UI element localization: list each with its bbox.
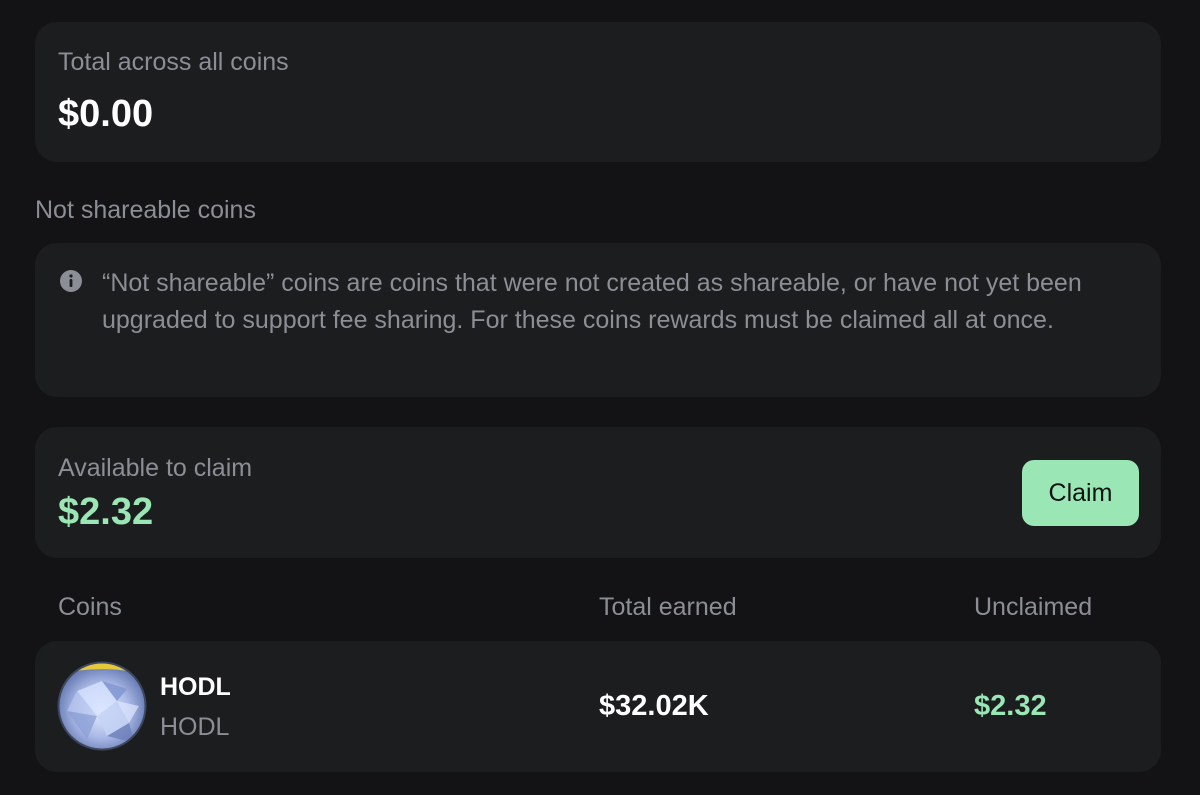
- claim-card: Available to claim $2.32 Claim: [35, 427, 1161, 558]
- total-label: Total across all coins: [58, 48, 289, 76]
- info-icon: [60, 270, 82, 292]
- table-row[interactable]: HODL HODL $32.02K $2.32: [35, 641, 1161, 772]
- info-text: “Not shareable” coins are coins that wer…: [102, 269, 1082, 334]
- coin-unclaimed: $2.32: [974, 690, 1047, 722]
- info-card: “Not shareable” coins are coins that wer…: [35, 243, 1161, 397]
- column-header-unclaimed: Unclaimed: [974, 593, 1093, 621]
- coin-ticker: HODL: [160, 713, 230, 741]
- coin-name: HODL: [160, 673, 231, 701]
- total-card: Total across all coins $0.00: [35, 22, 1161, 162]
- column-header-total-earned: Total earned: [599, 593, 737, 621]
- claim-label: Available to claim: [58, 454, 253, 482]
- claim-value: $2.32: [58, 491, 154, 533]
- coin-avatar-icon: [57, 661, 147, 751]
- total-value: $0.00: [58, 93, 154, 135]
- column-header-coins: Coins: [58, 593, 122, 621]
- claim-button[interactable]: Claim: [1022, 460, 1139, 526]
- section-heading-not-shareable: Not shareable coins: [35, 196, 256, 224]
- coin-total-earned: $32.02K: [599, 690, 709, 722]
